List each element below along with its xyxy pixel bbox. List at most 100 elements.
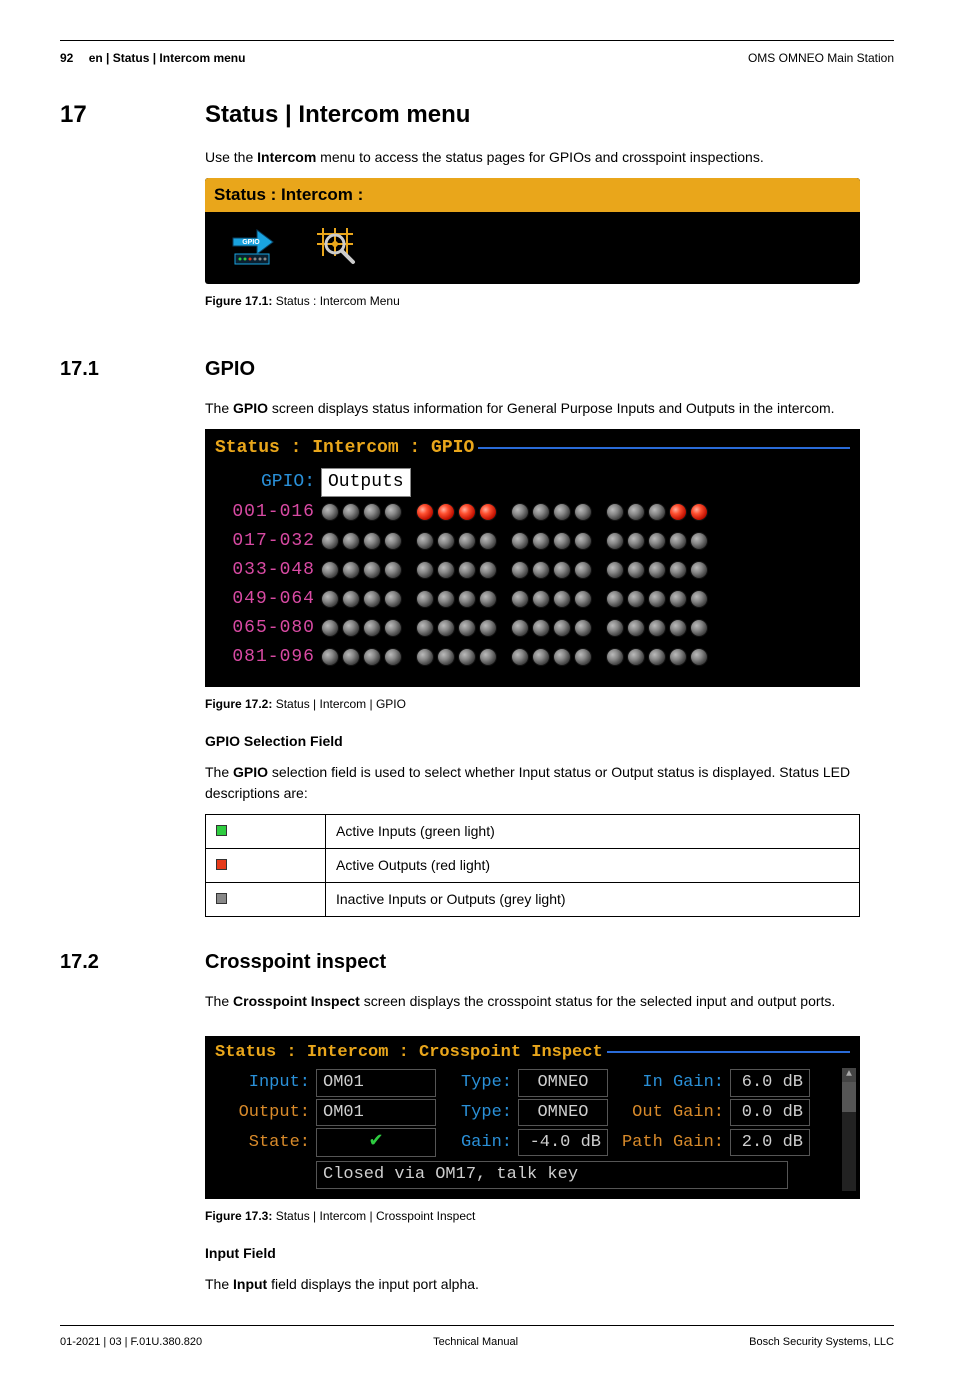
gpio-led [363, 619, 381, 637]
gpio-led [690, 532, 708, 550]
led-swatch-green [216, 825, 227, 836]
scroll-up-icon[interactable]: ▲ [842, 1068, 856, 1082]
gpio-range-label: 065-080 [215, 615, 315, 642]
crosspoint-inspect-icon[interactable] [315, 224, 359, 268]
gpio-led [416, 648, 434, 666]
gpio-led [321, 619, 339, 637]
gpio-led [416, 619, 434, 637]
gpio-led [437, 561, 455, 579]
gpio-led [553, 619, 571, 637]
gpio-led [416, 532, 434, 550]
svg-text:GPIO: GPIO [242, 239, 260, 246]
input-value[interactable]: OM01 [316, 1069, 436, 1097]
gpio-led [384, 561, 402, 579]
gpio-led [648, 590, 666, 608]
gpio-led [648, 532, 666, 550]
gpio-led [574, 619, 592, 637]
type-label-1: Type: [442, 1070, 512, 1096]
gpio-row: 017-032 [215, 528, 850, 555]
page-header: 92 en | Status | Intercom menu OMS OMNEO… [60, 49, 894, 67]
figure-17-3-title: Status : Intercom : Crosspoint Inspect [215, 1040, 603, 1066]
gain-label: Gain: [442, 1130, 512, 1156]
gpio-led [437, 590, 455, 608]
gpio-led [321, 503, 339, 521]
gpio-led-strip [321, 561, 708, 579]
out-gain-value: 0.0 dB [730, 1099, 810, 1127]
output-label: Output: [215, 1100, 310, 1126]
gpio-menu-icon[interactable]: GPIO [227, 224, 275, 268]
gpio-led [321, 648, 339, 666]
path-gain-label: Path Gain: [614, 1130, 724, 1156]
gpio-led [342, 648, 360, 666]
gpio-led [437, 619, 455, 637]
gpio-led [627, 590, 645, 608]
gpio-led [479, 532, 497, 550]
path-gain-value: 2.0 dB [730, 1129, 810, 1157]
gpio-led [384, 619, 402, 637]
gpio-led [511, 561, 529, 579]
table-row: Active Inputs (green light) [206, 814, 860, 848]
input-label: Input: [215, 1070, 310, 1096]
footer-center: Technical Manual [433, 1334, 518, 1351]
gpio-led [690, 561, 708, 579]
gpio-led [511, 503, 529, 521]
section-number-17-2: 17.2 [60, 947, 205, 1305]
gpio-led [321, 561, 339, 579]
gpio-led [511, 590, 529, 608]
gpio-led [511, 619, 529, 637]
gpio-row: 081-096 [215, 644, 850, 671]
gpio-led [479, 648, 497, 666]
gpio-led [342, 590, 360, 608]
title-line [478, 447, 850, 449]
gpio-led [458, 648, 476, 666]
state-label: State: [215, 1130, 310, 1156]
input-field-heading: Input Field [205, 1243, 894, 1264]
gpio-led [553, 590, 571, 608]
gpio-led [479, 619, 497, 637]
gpio-led [416, 561, 434, 579]
gpio-led [574, 648, 592, 666]
footer-rule [60, 1325, 894, 1326]
table-row: Inactive Inputs or Outputs (grey light) [206, 882, 860, 916]
gpio-led [437, 503, 455, 521]
gpio-led [627, 619, 645, 637]
figure-17-3-caption: Figure 17.3: Status | Intercom | Crosspo… [205, 1207, 894, 1225]
gpio-row: 033-048 [215, 557, 850, 584]
gpio-led [384, 532, 402, 550]
led-description: Active Outputs (red light) [326, 848, 860, 882]
gpio-led [690, 503, 708, 521]
gpio-led [574, 561, 592, 579]
in-gain-label: In Gain: [614, 1070, 724, 1096]
gpio-led [363, 532, 381, 550]
type-value-2: OMNEO [518, 1099, 608, 1127]
scrollbar[interactable]: ▲ [842, 1068, 856, 1191]
section-17-intro: Use the Intercom menu to access the stat… [205, 147, 894, 168]
footer-left: 01-2021 | 03 | F.01U.380.820 [60, 1334, 202, 1351]
gpio-led [648, 561, 666, 579]
section-title-17-1: GPIO [205, 354, 894, 384]
gpio-led [416, 590, 434, 608]
gpio-led [553, 532, 571, 550]
gpio-led [363, 590, 381, 608]
gpio-led [458, 619, 476, 637]
type-value-1: OMNEO [518, 1069, 608, 1097]
gpio-led [574, 590, 592, 608]
gpio-select[interactable]: Outputs [321, 468, 411, 497]
closed-via-value: Closed via OM17, talk key [316, 1161, 788, 1189]
output-value[interactable]: OM01 [316, 1099, 436, 1127]
section-17-2-p1: The Crosspoint Inspect screen displays t… [205, 991, 894, 1012]
gpio-row: 049-064 [215, 586, 850, 613]
gpio-led [553, 561, 571, 579]
gpio-led [532, 503, 550, 521]
section-title-17: Status | Intercom menu [205, 97, 894, 133]
table-row: Active Outputs (red light) [206, 848, 860, 882]
gpio-led [627, 648, 645, 666]
page-footer: 01-2021 | 03 | F.01U.380.820 Technical M… [60, 1334, 894, 1351]
led-swatch-red [216, 859, 227, 870]
gpio-led [669, 619, 687, 637]
gpio-led [363, 561, 381, 579]
scroll-thumb[interactable] [842, 1082, 856, 1112]
gpio-led [606, 590, 624, 608]
gpio-led-strip [321, 619, 708, 637]
gpio-led [437, 532, 455, 550]
